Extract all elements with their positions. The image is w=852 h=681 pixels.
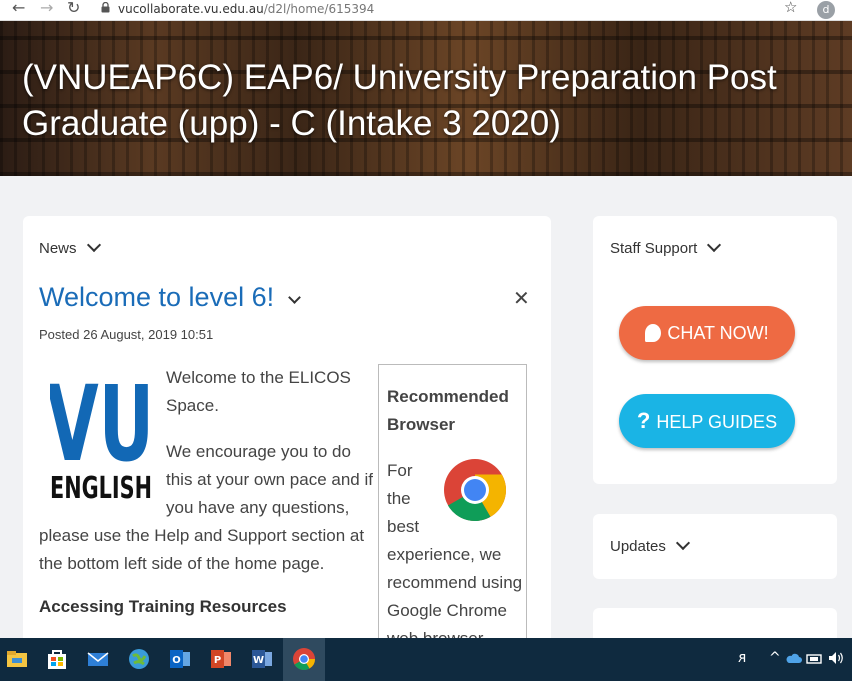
posted-date: Posted 26 August, 2019 10:51	[39, 327, 214, 342]
recommended-text-1: For the best	[387, 461, 420, 536]
taskbar: O P W ᴙ ^	[0, 638, 852, 681]
file-explorer-icon[interactable]	[4, 646, 30, 672]
chevron-down-icon[interactable]	[675, 535, 690, 551]
updates-widget: Updates	[593, 514, 837, 579]
recommended-title: Recommended Browser	[387, 387, 509, 434]
profile-avatar[interactable]: d	[817, 1, 835, 19]
reload-icon[interactable]: ↻	[67, 0, 80, 17]
url-field[interactable]: vucollaborate.vu.edu.au/d2l/home/615394	[118, 2, 374, 16]
course-title: (VNUEAP6C) EAP6/ University Preparation …	[22, 58, 777, 143]
chat-bubble-icon	[645, 324, 662, 342]
bookmark-star-icon[interactable]: ☆	[784, 0, 797, 16]
help-guides-label: HELP GUIDES	[656, 412, 778, 432]
store-icon[interactable]	[44, 646, 70, 672]
question-mark-icon: ?	[636, 408, 651, 433]
recommended-browser-box: Recommended Browser For the best experie…	[378, 364, 527, 646]
svg-text:W: W	[253, 655, 264, 666]
close-icon[interactable]: ✕	[513, 286, 530, 311]
staff-support-header[interactable]: Staff Support	[610, 237, 722, 257]
recommended-text-2: experience, we recommend using Google Ch…	[387, 545, 523, 646]
chevron-down-icon[interactable]	[707, 237, 722, 253]
news-item-title-text: Welcome to level 6!	[39, 282, 275, 312]
encourage-paragraph: We encourage you to do this at your own …	[166, 442, 373, 517]
updates-header[interactable]: Updates	[610, 535, 690, 555]
url-domain: vucollaborate.vu.edu.au	[118, 2, 264, 16]
help-paragraph: please use the Help and Support section …	[39, 526, 365, 573]
lock-icon	[101, 2, 110, 13]
news-item-title[interactable]: Welcome to level 6!	[39, 282, 301, 313]
powerpoint-icon[interactable]: P	[208, 646, 234, 672]
browser-address-bar: ← → ↻ vucollaborate.vu.edu.au/d2l/home/6…	[0, 0, 852, 21]
mail-icon[interactable]	[85, 646, 111, 672]
chat-now-button[interactable]: CHAT NOW!	[619, 306, 795, 360]
back-arrow-icon[interactable]: ←	[12, 0, 25, 17]
onedrive-icon[interactable]	[786, 651, 802, 665]
news-widget: News Welcome to level 6! ✕ Posted 26 Aug…	[23, 216, 551, 646]
network-icon[interactable]	[806, 651, 822, 665]
outlook-icon[interactable]: O	[167, 646, 193, 672]
course-banner: (VNUEAP6C) EAP6/ University Preparation …	[0, 21, 852, 176]
chevron-down-icon[interactable]	[288, 291, 301, 304]
logo-vu-text: VU	[50, 377, 154, 485]
welcome-paragraph: Welcome to the ELICOS Space.	[166, 368, 351, 415]
help-guides-button[interactable]: ? HELP GUIDES	[619, 394, 795, 448]
updates-header-label: Updates	[610, 538, 666, 555]
staff-support-widget: Staff Support CHAT NOW! ? HELP GUIDES	[593, 216, 837, 484]
news-header[interactable]: News	[39, 237, 101, 257]
forward-arrow-icon[interactable]: →	[40, 0, 53, 17]
globe-icon[interactable]	[126, 646, 152, 672]
people-icon[interactable]: ᴙ	[738, 650, 746, 666]
news-header-label: News	[39, 240, 77, 257]
word-icon[interactable]: W	[249, 646, 275, 672]
vu-english-logo: VU ENGLISH	[50, 377, 154, 502]
chevron-down-icon[interactable]	[86, 237, 101, 253]
svg-text:P: P	[214, 655, 221, 666]
section-heading: Accessing Training Resources	[39, 597, 287, 616]
logo-english-text: ENGLISH	[50, 471, 152, 502]
chat-now-label: CHAT NOW!	[667, 323, 769, 343]
staff-support-header-label: Staff Support	[610, 240, 698, 257]
svg-text:O: O	[172, 655, 181, 666]
chevron-up-icon[interactable]: ^	[769, 650, 781, 666]
url-path: /d2l/home/615394	[263, 2, 375, 16]
chrome-logo-icon	[444, 459, 506, 522]
volume-icon[interactable]	[827, 650, 845, 666]
chrome-taskbar-icon[interactable]	[291, 646, 317, 672]
